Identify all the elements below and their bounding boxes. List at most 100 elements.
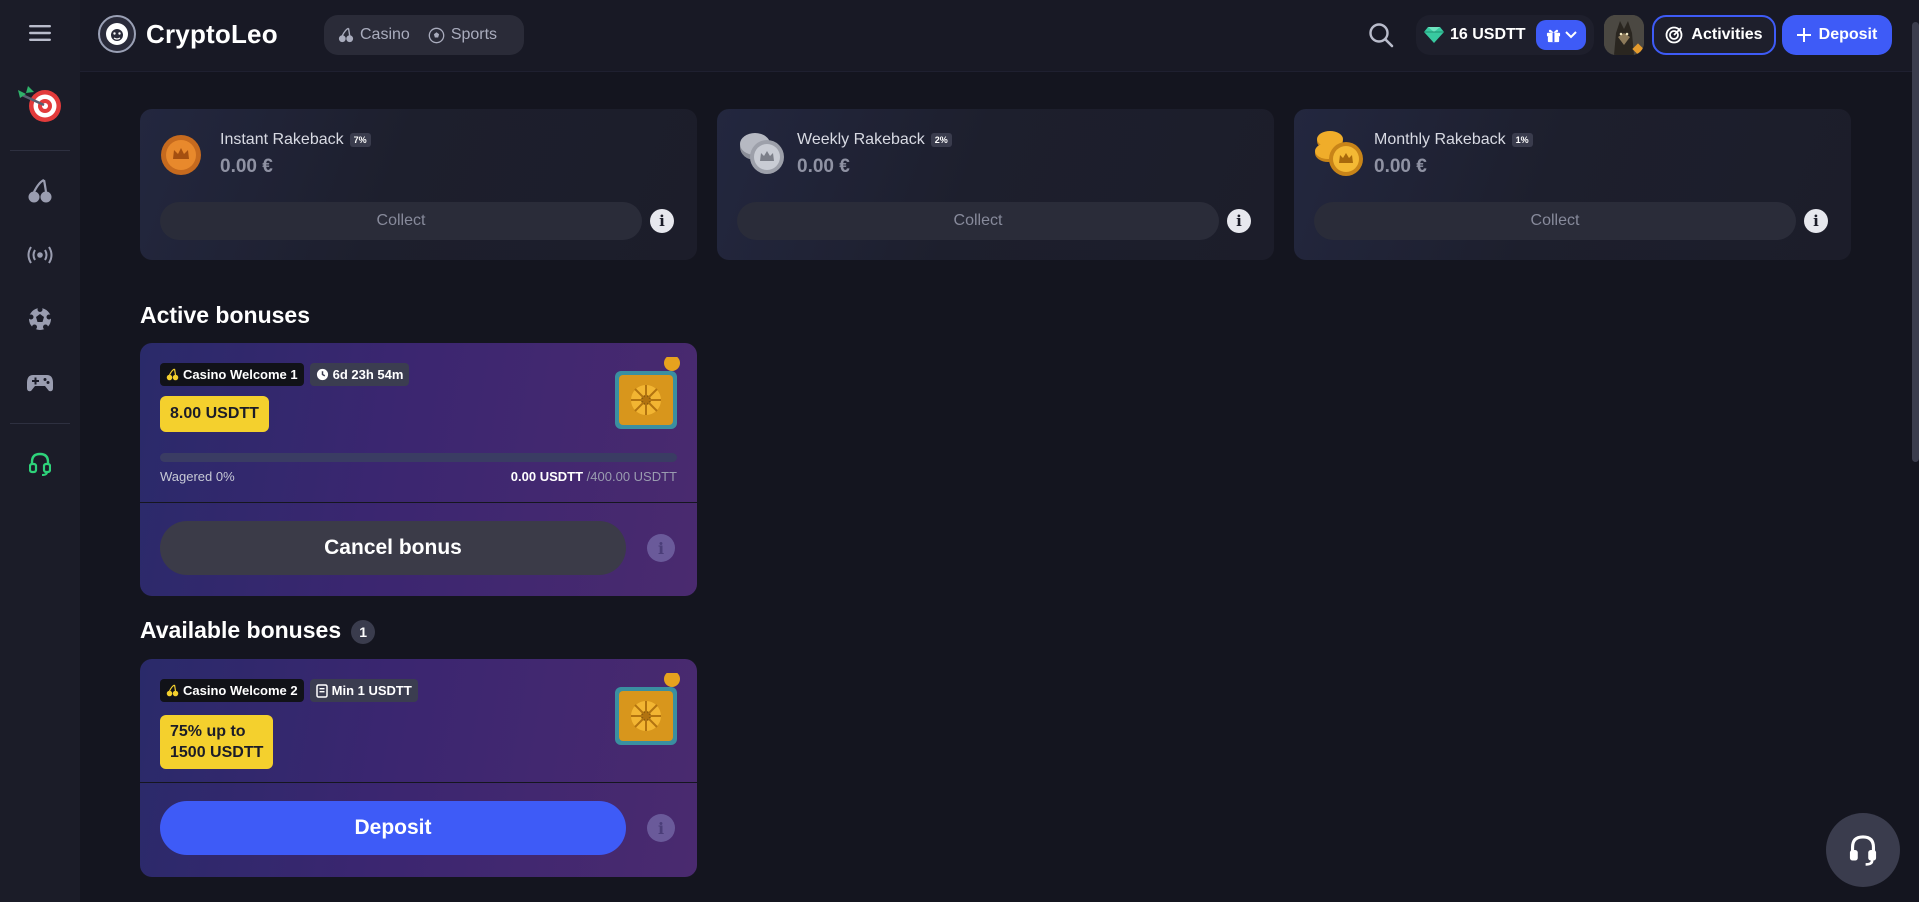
treasure-chest-icon (615, 357, 680, 429)
nav-sports-label: Sports (450, 26, 498, 43)
balance-amount: 16 USDTT (1450, 26, 1526, 43)
target-activities-icon (1666, 26, 1683, 44)
collect-button[interactable]: Collect (737, 202, 1219, 240)
bonus-min-deposit: Min 1 USDTT (331, 683, 412, 698)
available-bonus-card: Casino Welcome 2 Min 1 USDTT 75% up to 1… (140, 659, 697, 877)
deposit-label: Deposit (1818, 26, 1878, 43)
cancel-bonus-button[interactable]: Cancel bonus (160, 521, 626, 575)
offer-line-2: 1500 USDTT (170, 744, 264, 761)
info-icon[interactable]: i (1804, 209, 1828, 233)
nav-casino[interactable]: Casino (332, 19, 416, 51)
sidebar-item-support[interactable] (0, 432, 80, 496)
search-button[interactable] (1364, 18, 1398, 52)
sidebar (0, 0, 80, 902)
activities-button[interactable]: Activities (1652, 15, 1776, 55)
support-chat-button[interactable] (1826, 813, 1900, 887)
rakeback-amount: 0.00 € (220, 156, 273, 177)
info-icon[interactable]: i (650, 209, 674, 233)
wager-progress-bar (160, 453, 677, 462)
info-icon[interactable]: i (647, 814, 675, 842)
rakeback-amount: 0.00 € (1374, 156, 1427, 177)
sidebar-item-live[interactable] (0, 223, 80, 287)
bonus-deposit-button[interactable]: Deposit (160, 801, 626, 855)
cherry-icon (166, 684, 179, 697)
gift-icon (1546, 29, 1560, 42)
available-bonuses-title: Available bonuses 1 (140, 617, 376, 644)
bonus-tags: Casino Welcome 1 6d 23h 54m (160, 363, 410, 386)
deposit-slip-icon (315, 683, 328, 698)
menu-icon (29, 25, 51, 41)
monthly-rakeback-card: Monthly Rakeback 1% 0.00 € Collect i (1294, 109, 1851, 260)
live-broadcast-icon (27, 246, 53, 264)
top-header: CryptoLeo Casino Sports 16 USDTT Activit… (80, 0, 1919, 72)
search-icon (1369, 23, 1394, 48)
nav-sports[interactable]: Sports (422, 19, 503, 51)
sidebar-divider (10, 423, 70, 424)
bonus-name-tag: Casino Welcome 1 (160, 363, 304, 386)
rakeback-percent-badge: 2% (930, 133, 952, 147)
bronze-coin-icon (161, 135, 201, 175)
darts-promo-icon (18, 86, 61, 122)
chevron-down-icon (1564, 31, 1577, 39)
active-bonus-card: Casino Welcome 1 6d 23h 54m 8.00 USDTT W… (140, 343, 697, 596)
header-deposit-button[interactable]: Deposit (1782, 15, 1892, 55)
bonus-tags: Casino Welcome 2 Min 1 USDTT (160, 679, 418, 702)
rakeback-title-text: Monthly Rakeback (1374, 131, 1506, 148)
cherry-icon (338, 27, 354, 43)
football-sports-icon (28, 307, 52, 330)
support-headset-icon (29, 452, 51, 476)
gamepad-icon (27, 375, 53, 392)
silver-coins-icon (740, 133, 784, 174)
page-scrollbar[interactable] (1912, 22, 1919, 462)
offer-line-1: 75% up to (170, 723, 246, 740)
rakeback-title: Monthly Rakeback 1% (1374, 131, 1533, 149)
gold-coins-icon (1315, 131, 1363, 176)
info-icon[interactable]: i (1227, 209, 1251, 233)
cherry-icon (166, 368, 179, 381)
rakeback-title-text: Weekly Rakeback (797, 131, 925, 148)
wagered-total: /400.00 USDTT (586, 469, 677, 484)
bonus-card-bottom: Deposit i (140, 783, 697, 877)
gift-dropdown-button[interactable] (1536, 20, 1586, 50)
headset-icon (1849, 835, 1877, 866)
info-icon[interactable]: i (647, 534, 675, 562)
rakeback-percent-badge: 1% (1511, 133, 1533, 147)
user-avatar[interactable] (1604, 15, 1644, 55)
clock-icon (316, 368, 328, 381)
menu-button[interactable] (0, 0, 80, 66)
active-bonuses-title: Active bonuses (140, 302, 310, 328)
avatar-image-icon (1604, 15, 1644, 55)
lion-logo-icon (98, 15, 136, 53)
bonus-min-deposit-tag: Min 1 USDTT (309, 679, 418, 702)
collect-button[interactable]: Collect (160, 202, 642, 240)
sidebar-item-games[interactable] (0, 351, 80, 415)
sidebar-item-sports[interactable] (0, 287, 80, 351)
sidebar-item-casino[interactable] (0, 159, 80, 223)
rakeback-percent-badge: 7% (349, 133, 371, 147)
bonus-card-top: Casino Welcome 1 6d 23h 54m 8.00 USDTT W… (140, 343, 697, 502)
activities-label: Activities (1691, 26, 1763, 43)
promotions-button[interactable] (0, 66, 80, 142)
instant-rakeback-card: Instant Rakeback 7% 0.00 € Collect i (140, 109, 697, 260)
bonus-timer-tag: 6d 23h 54m (309, 363, 410, 386)
main-nav: Casino Sports (324, 15, 524, 55)
sidebar-divider (10, 150, 70, 151)
bonus-name-tag: Casino Welcome 2 (160, 679, 304, 702)
diamond-icon (1424, 27, 1444, 43)
football-icon (428, 27, 445, 43)
weekly-rakeback-card: Weekly Rakeback 2% 0.00 € Collect i (717, 109, 1274, 260)
cherry-casino-icon (28, 178, 52, 203)
wagered-current: 0.00 USDTT (510, 469, 584, 484)
balance-widget[interactable]: 16 USDTT (1416, 15, 1594, 55)
logo[interactable]: CryptoLeo (98, 15, 278, 53)
collect-button[interactable]: Collect (1314, 202, 1796, 240)
rakeback-title: Instant Rakeback 7% (220, 131, 371, 149)
rakeback-amount: 0.00 € (797, 156, 850, 177)
available-bonuses-count: 1 (351, 619, 376, 644)
plus-icon (1796, 28, 1811, 42)
wagered-amount: 0.00 USDTT /400.00 USDTT (511, 469, 677, 484)
rakeback-title-text: Instant Rakeback (220, 131, 344, 148)
wagered-label: Wagered 0% (160, 469, 235, 484)
bonus-timer: 6d 23h 54m (332, 367, 404, 382)
nav-casino-label: Casino (360, 26, 410, 43)
